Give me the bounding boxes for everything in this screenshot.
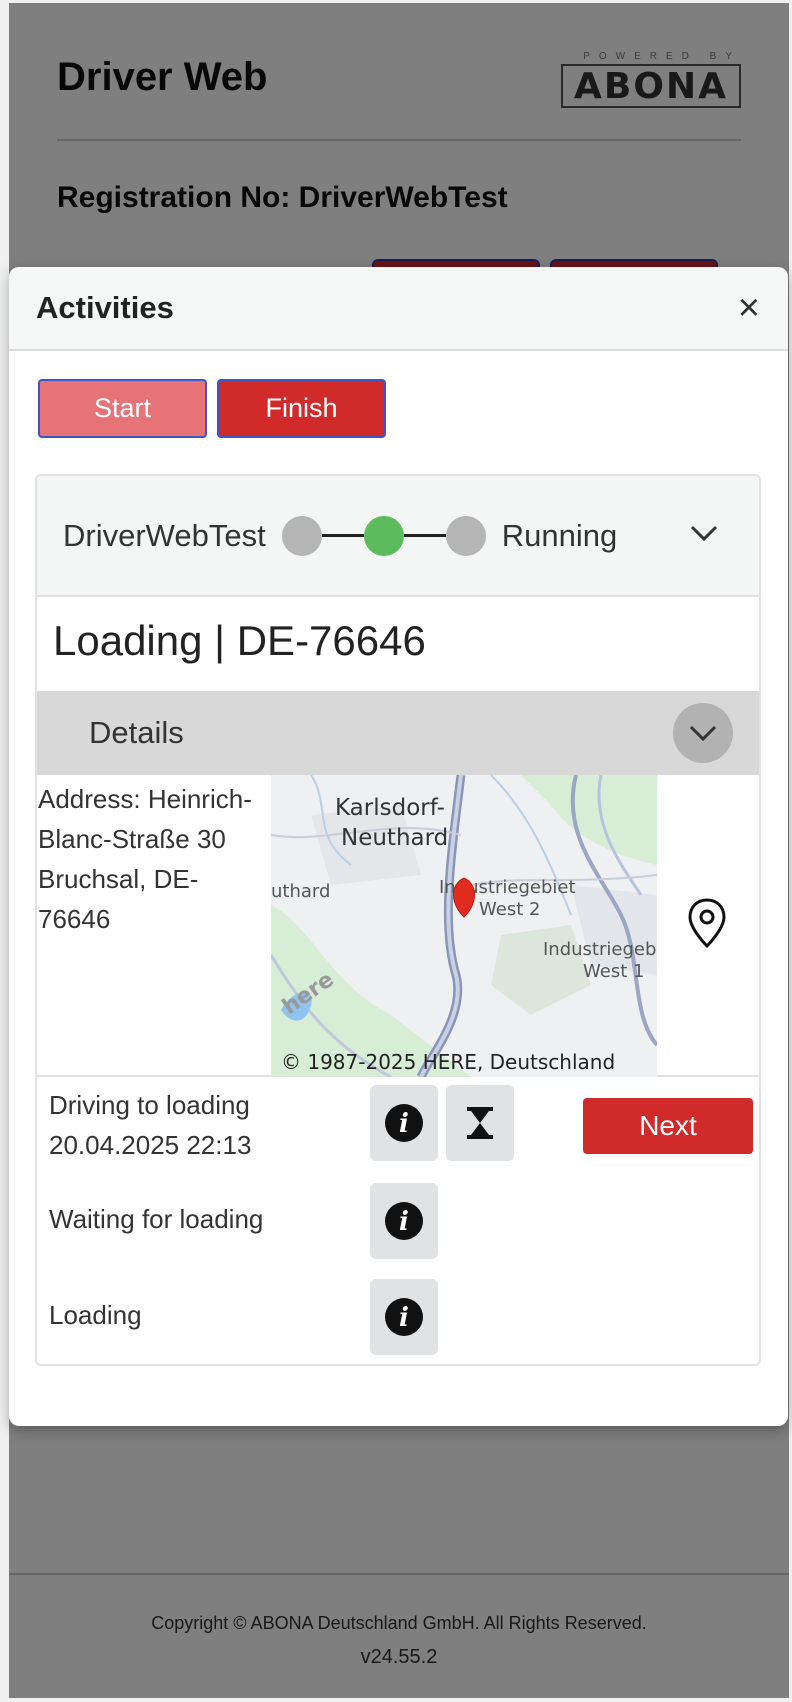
svg-text:West 2: West 2 (479, 899, 540, 920)
step-dot-1 (281, 515, 322, 556)
info-icon[interactable]: i (370, 1183, 438, 1259)
svg-text:uthard: uthard (271, 881, 330, 902)
section-title: Loading | DE-76646 (53, 617, 426, 664)
chevron-down-icon[interactable] (689, 523, 719, 548)
svg-text:i: i (399, 1207, 409, 1237)
activity-row-loading: Loading i (49, 1279, 759, 1355)
svg-text:i: i (399, 1303, 409, 1333)
svg-text:© 1987-2025 HERE, Deutschland: © 1987-2025 HERE, Deutschland (281, 1050, 615, 1074)
progress-stepper (281, 515, 486, 556)
activities-modal: Activities × Start Finish DriverWebTest … (9, 267, 788, 1426)
finish-button[interactable]: Finish (217, 379, 386, 438)
close-icon[interactable]: × (738, 289, 760, 327)
vehicle-name: DriverWebTest (63, 517, 266, 553)
svg-text:Industriegebiet: Industriegebiet (543, 939, 657, 960)
modal-title: Activities (36, 290, 174, 325)
step-dot-3 (445, 515, 486, 556)
modal-header: Activities × (9, 267, 788, 351)
step-connector (403, 534, 446, 537)
hourglass-icon[interactable] (446, 1085, 514, 1161)
info-icon[interactable]: i (370, 1085, 438, 1161)
details-accordion[interactable]: Details (37, 691, 759, 775)
svg-text:West 1: West 1 (583, 961, 644, 982)
info-icon[interactable]: i (370, 1279, 438, 1355)
activity-row-driving: Driving to loading 20.04.2025 22:13 i Ne… (49, 1085, 759, 1165)
location-map[interactable]: Karlsdorf- Neuthard uthard Industriegebi… (271, 775, 657, 1077)
trip-status: Running (501, 517, 618, 553)
start-button[interactable]: Start (38, 379, 207, 438)
action-buttons: Start Finish (38, 379, 386, 438)
step-dot-2-active (363, 515, 404, 556)
next-button[interactable]: Next (583, 1098, 753, 1154)
step-connector (321, 534, 364, 537)
trip-card: DriverWebTest Running Loading | DE-76646… (35, 474, 761, 1366)
map-pin-icon[interactable] (687, 897, 727, 954)
chevron-down-icon[interactable] (673, 703, 733, 763)
svg-text:Karlsdorf-: Karlsdorf- (335, 795, 445, 821)
svg-text:Neuthard: Neuthard (341, 825, 448, 851)
details-label: Details (89, 715, 184, 750)
address-text: Address: Heinrich-Blanc-Straße 30 Bruchs… (38, 784, 252, 934)
trip-header[interactable]: DriverWebTest Running (37, 476, 759, 597)
svg-text:i: i (399, 1109, 409, 1139)
details-content: Address: Heinrich-Blanc-Straße 30 Bruchs… (37, 775, 759, 1077)
activity-row-waiting: Waiting for loading i (49, 1183, 759, 1259)
